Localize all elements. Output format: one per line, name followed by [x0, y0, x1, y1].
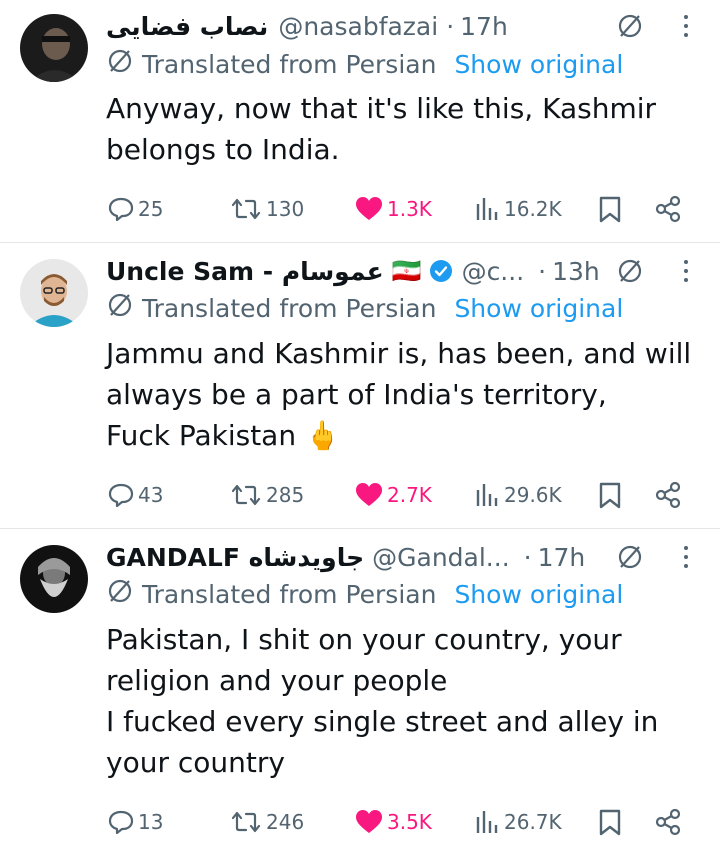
more-options-icon[interactable]	[676, 253, 696, 289]
more-options-icon[interactable]	[676, 539, 696, 575]
handle[interactable]: @Gandal...	[372, 543, 510, 572]
separator-dot: ·	[538, 256, 547, 286]
tweet-text-line: Pakistan, I shit on your country, your	[106, 623, 622, 656]
display-name[interactable]: Uncle Sam - عموسام	[106, 257, 384, 286]
action-bar: 25 130 1.3K 16.2K	[0, 192, 720, 226]
reply-count: 43	[138, 483, 164, 507]
repost-button[interactable]: 130	[229, 192, 304, 226]
views-count: 16.2K	[504, 197, 562, 221]
translated-label: Translated from Persian	[142, 579, 437, 609]
like-count: 3.5K	[387, 810, 432, 834]
bookmark-icon	[599, 196, 621, 223]
tweet-text-line: Anyway, now that it's like this, Kashmir	[106, 92, 657, 125]
tweet[interactable]: نصاب فضایی @nasabfazai · 17h Translated …	[0, 0, 720, 242]
share-icon	[655, 195, 681, 223]
tweet-text-line: always be a part of India's territory,	[106, 378, 607, 411]
repost-button[interactable]: 285	[229, 478, 304, 512]
avatar[interactable]	[20, 14, 88, 82]
tweet-text-line: belongs to India.	[106, 133, 340, 166]
like-button[interactable]: 1.3K	[354, 192, 432, 226]
flag-emoji: 🇮🇷	[391, 257, 422, 285]
bookmark-button[interactable]	[598, 192, 622, 226]
repost-icon	[231, 198, 261, 220]
reply-icon	[108, 810, 134, 835]
heart-icon	[356, 197, 382, 220]
separator-dot: ·	[446, 11, 455, 41]
reply-count: 13	[138, 810, 164, 834]
reply-button[interactable]: 13	[107, 805, 163, 839]
bookmark-icon	[599, 482, 621, 509]
avatar[interactable]	[20, 545, 88, 613]
tweet-text: Jammu and Kashmir is, has been, and will…	[106, 333, 706, 456]
translated-label: Translated from Persian	[142, 293, 437, 323]
timestamp[interactable]: 17h	[460, 12, 508, 41]
translate-icon	[106, 47, 134, 81]
share-button[interactable]	[654, 478, 682, 512]
reply-icon	[108, 197, 134, 222]
verified-icon	[428, 258, 454, 284]
repost-button[interactable]: 246	[229, 805, 304, 839]
share-icon	[655, 481, 681, 509]
share-icon	[655, 808, 681, 836]
translated-label: Translated from Persian	[142, 49, 437, 79]
action-bar: 43 285 2.7K 29.6K	[0, 478, 720, 512]
reply-count: 25	[138, 197, 164, 221]
avatar[interactable]	[20, 259, 88, 327]
tweet-text-line: I fucked every single street and alley i…	[106, 705, 659, 738]
tweet-text-line: religion and your people	[106, 664, 448, 697]
action-bar: 13 246 3.5K 26.7K	[0, 805, 720, 839]
views-button[interactable]: 26.7K	[473, 805, 562, 839]
more-options-icon[interactable]	[676, 8, 696, 44]
repost-count: 285	[266, 483, 305, 507]
reply-button[interactable]: 25	[107, 192, 163, 226]
like-button[interactable]: 2.7K	[354, 478, 432, 512]
views-icon	[476, 198, 498, 220]
like-button[interactable]: 3.5K	[354, 805, 432, 839]
repost-count: 246	[266, 810, 305, 834]
handle[interactable]: @c...	[462, 257, 525, 286]
like-count: 1.3K	[387, 197, 432, 221]
show-original-link[interactable]: Show original	[454, 580, 623, 609]
timestamp[interactable]: 17h	[538, 543, 586, 572]
repost-count: 130	[266, 197, 305, 221]
views-count: 26.7K	[504, 810, 562, 834]
display-name[interactable]: نصاب فضایی	[106, 12, 268, 41]
reply-icon	[108, 483, 134, 508]
timestamp[interactable]: 13h	[552, 257, 600, 286]
handle[interactable]: @nasabfazai	[278, 12, 438, 41]
tweet-text-line: your country	[106, 746, 285, 779]
heart-icon	[356, 483, 382, 506]
separator-dot: ·	[523, 542, 532, 572]
repost-icon	[231, 484, 261, 506]
grok-icon[interactable]	[616, 257, 644, 289]
share-button[interactable]	[654, 192, 682, 226]
show-original-link[interactable]: Show original	[454, 294, 623, 323]
repost-icon	[231, 811, 261, 833]
show-original-link[interactable]: Show original	[454, 50, 623, 79]
views-button[interactable]: 16.2K	[473, 192, 562, 226]
views-count: 29.6K	[504, 483, 562, 507]
reply-button[interactable]: 43	[107, 478, 163, 512]
display-name[interactable]: GANDALF جاویدشاه	[106, 543, 364, 572]
views-icon	[476, 484, 498, 506]
views-button[interactable]: 29.6K	[473, 478, 562, 512]
tweet-text: Anyway, now that it's like this, Kashmir…	[106, 88, 706, 170]
bookmark-icon	[599, 809, 621, 836]
tweet[interactable]: Uncle Sam - عموسام 🇮🇷 @c... · 13h Transl…	[0, 243, 720, 528]
tweet[interactable]: GANDALF جاویدشاه @Gandal... · 17h Transl…	[0, 529, 720, 847]
translate-icon	[106, 291, 134, 325]
like-count: 2.7K	[387, 483, 432, 507]
tweet-text: Pakistan, I shit on your country, your r…	[106, 619, 706, 783]
tweet-text-line: Fuck Pakistan 🖕	[106, 419, 340, 452]
grok-icon[interactable]	[616, 543, 644, 575]
views-icon	[476, 811, 498, 833]
tweet-text-line: Jammu and Kashmir is, has been, and will	[106, 337, 692, 370]
share-button[interactable]	[654, 805, 682, 839]
heart-icon	[356, 810, 382, 833]
grok-icon[interactable]	[616, 12, 644, 44]
translate-icon	[106, 577, 134, 611]
bookmark-button[interactable]	[598, 805, 622, 839]
bookmark-button[interactable]	[598, 478, 622, 512]
